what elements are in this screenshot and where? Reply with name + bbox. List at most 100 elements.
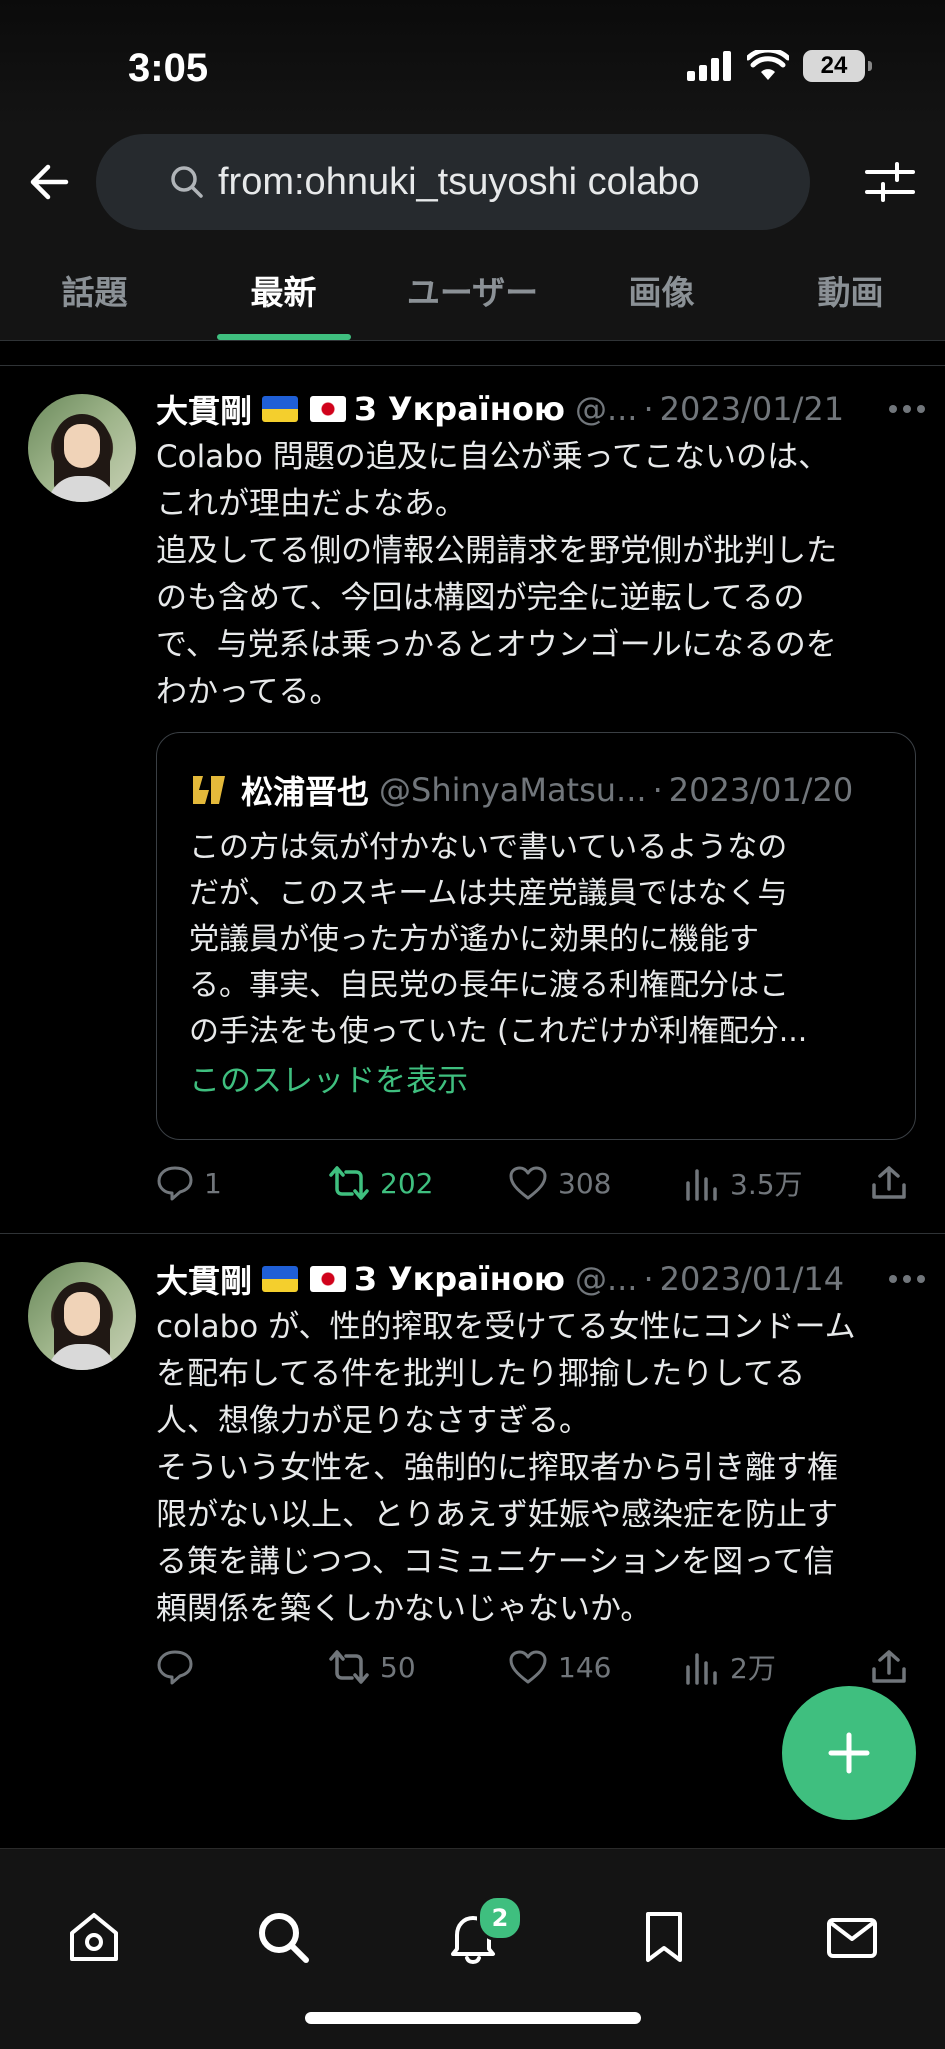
author-handle[interactable]: @...: [575, 390, 638, 428]
tab-users[interactable]: ユーザー: [378, 240, 567, 340]
author-name[interactable]: 大貫剛: [156, 386, 252, 432]
views-button[interactable]: 2万: [684, 1642, 776, 1692]
reply-icon: [157, 1166, 193, 1201]
avatar[interactable]: [28, 394, 136, 502]
retweet-icon: [329, 1166, 369, 1200]
japan-flag-icon: [310, 1266, 347, 1292]
tweet-actions: 1 202 308 3.5万: [156, 1158, 916, 1208]
share-icon: [872, 1166, 906, 1199]
wifi-icon: [747, 50, 789, 80]
nav-bookmarks[interactable]: [634, 1907, 694, 1967]
nav-search[interactable]: [253, 1907, 313, 1967]
home-icon: [70, 1913, 118, 1961]
separator-dot: ·: [652, 771, 663, 809]
heart-icon: [509, 1166, 547, 1200]
retweet-button[interactable]: 50: [328, 1642, 416, 1692]
separator-dot: ·: [643, 1260, 654, 1298]
search-query: from:ohnuki_tsuyoshi colabo: [218, 160, 700, 203]
like-button[interactable]: 308: [508, 1158, 611, 1208]
quote-author-logo-icon: [193, 776, 225, 804]
filter-settings-icon[interactable]: [865, 160, 915, 204]
separator-dot: ·: [643, 390, 654, 428]
search-header: from:ohnuki_tsuyoshi colabo: [0, 130, 945, 240]
tab-latest[interactable]: 最新: [189, 240, 378, 340]
reply-button[interactable]: 1: [156, 1158, 222, 1208]
view-count: 3.5万: [730, 1168, 803, 1201]
search-icon: [171, 166, 203, 198]
ukraine-flag-icon: [262, 396, 299, 422]
share-button[interactable]: [870, 1158, 918, 1208]
quote-author-name: 松浦晋也: [241, 773, 370, 811]
views-chart-icon: [686, 1169, 717, 1201]
author-name[interactable]: 大貫剛: [156, 1256, 252, 1302]
author-handle[interactable]: @...: [575, 1260, 638, 1298]
mail-icon: [827, 1918, 877, 1958]
avatar[interactable]: [28, 1262, 136, 1370]
views-chart-icon: [686, 1653, 717, 1685]
reply-count: 1: [204, 1166, 222, 1200]
share-icon: [872, 1650, 906, 1683]
tab-label: 話題: [61, 273, 128, 312]
tweet-text: Colabo 問題の追及に自公が乗ってこないのは、 これが理由だよなあ。 追及し…: [156, 439, 838, 710]
show-thread-link[interactable]: このスレッドを表示: [189, 1055, 468, 1100]
cellular-signal-icon: [687, 51, 731, 81]
tab-label: 最新: [250, 273, 317, 312]
home-indicator: [305, 2012, 641, 2024]
reply-icon: [157, 1650, 193, 1685]
tweet-actions: 50 146 2万: [156, 1642, 916, 1692]
like-button[interactable]: 146: [508, 1642, 611, 1692]
quote-author-handle: @ShinyaMatsu...: [379, 771, 647, 809]
notification-badge: 2: [477, 1895, 523, 1941]
back-arrow-icon[interactable]: [26, 158, 74, 206]
nav-notifications[interactable]: 2: [443, 1895, 523, 1967]
retweet-count: 50: [380, 1650, 416, 1684]
search-tabs: 話題 最新 ユーザー 画像 動画: [0, 240, 945, 341]
tweet[interactable]: 大貫剛 З Україною @... · 2023/01/14 colabo …: [0, 1234, 945, 1694]
feed-divider: [0, 341, 945, 366]
reply-button[interactable]: [156, 1642, 204, 1692]
view-count: 2万: [730, 1652, 776, 1685]
battery-indicator: 24: [803, 50, 872, 82]
status-icons: 24: [687, 50, 872, 82]
search-input[interactable]: from:ohnuki_tsuyoshi colabo: [96, 134, 810, 230]
plus-icon: [828, 1732, 870, 1774]
tab-videos[interactable]: 動画: [756, 240, 945, 340]
tweet-text: colabo が、性的搾取を受けてる女性にコンドーム を配布してる件を批判したり…: [156, 1309, 856, 1627]
like-count: 146: [558, 1650, 612, 1684]
tab-label: 動画: [817, 273, 884, 312]
tweet-header: 大貫剛 З Україною @... · 2023/01/21: [156, 386, 925, 432]
tweet-date: 2023/01/21: [659, 390, 845, 428]
views-button[interactable]: 3.5万: [684, 1158, 803, 1208]
quote-text: この方は気が付かないで書いているようなの だが、このスキームは共産党議員ではなく…: [189, 830, 808, 1049]
tweet-header: 大貫剛 З Україною @... · 2023/01/14: [156, 1256, 925, 1302]
more-options-icon[interactable]: [887, 403, 927, 415]
author-name-suffix: З Україною: [354, 390, 565, 428]
quote-date: 2023/01/20: [668, 771, 854, 809]
japan-flag-icon: [310, 396, 347, 422]
status-bar: 3:05 24: [0, 0, 945, 130]
quoted-tweet[interactable]: 松浦晋也 @ShinyaMatsu... · 2023/01/20 この方は気が…: [156, 732, 916, 1140]
tweet-date: 2023/01/14: [659, 1260, 845, 1298]
search-icon: [259, 1913, 309, 1963]
retweet-icon: [329, 1650, 369, 1684]
retweet-button[interactable]: 202: [328, 1158, 433, 1208]
like-count: 308: [558, 1166, 612, 1200]
nav-home[interactable]: [64, 1907, 124, 1967]
compose-tweet-button[interactable]: [782, 1686, 916, 1820]
share-button[interactable]: [870, 1642, 918, 1692]
tab-label: 画像: [628, 273, 695, 312]
tab-images[interactable]: 画像: [567, 240, 756, 340]
tab-top[interactable]: 話題: [0, 240, 189, 340]
battery-level: 24: [820, 52, 848, 79]
ukraine-flag-icon: [262, 1266, 299, 1292]
more-options-icon[interactable]: [887, 1273, 927, 1285]
tab-label: ユーザー: [406, 273, 539, 312]
status-time: 3:05: [128, 46, 209, 90]
author-name-suffix: З Україною: [354, 1260, 565, 1298]
heart-icon: [509, 1650, 547, 1684]
quote-header: 松浦晋也 @ShinyaMatsu... · 2023/01/20: [189, 767, 885, 813]
bookmark-icon: [646, 1912, 682, 1962]
tweet[interactable]: 大貫剛 З Україною @... · 2023/01/21 Colabo …: [0, 366, 945, 1234]
retweet-count: 202: [380, 1166, 434, 1200]
nav-messages[interactable]: [822, 1907, 882, 1967]
